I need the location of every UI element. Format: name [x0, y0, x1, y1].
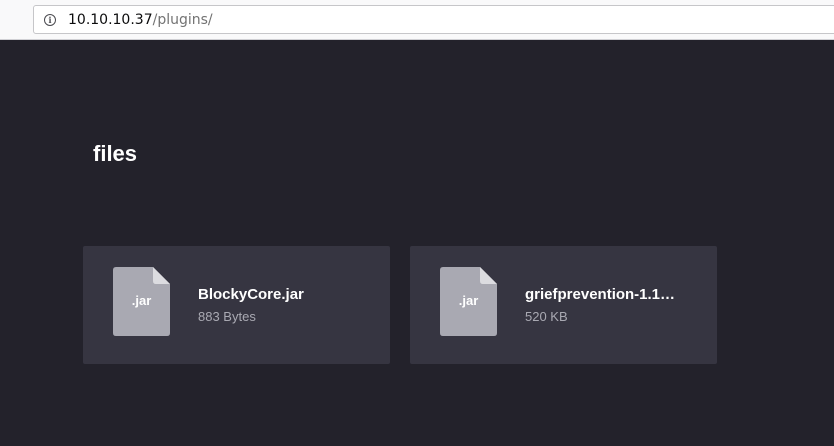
file-name[interactable]: BlockyCore.jar	[198, 286, 304, 303]
file-name[interactable]: griefprevention-1.1…	[525, 286, 675, 303]
file-extension: .jar	[131, 293, 152, 308]
file-icon: .jar	[440, 267, 497, 336]
address-bar[interactable]: i 10.10.10.37/plugins/	[33, 5, 834, 34]
file-card[interactable]: .jar griefprevention-1.1… 520 KB	[410, 246, 717, 364]
browser-toolbar: i 10.10.10.37/plugins/	[0, 0, 834, 40]
file-size: 520 KB	[525, 309, 568, 324]
url-host: 10.10.10.37	[68, 11, 153, 28]
url-text[interactable]: 10.10.10.37/plugins/	[68, 12, 213, 28]
info-icon[interactable]: i	[44, 13, 56, 26]
file-card[interactable]: .jar BlockyCore.jar 883 Bytes	[83, 246, 390, 364]
page-title: files	[93, 141, 138, 166]
file-size: 883 Bytes	[198, 309, 256, 324]
file-icon: .jar	[113, 267, 170, 336]
url-path: /plugins/	[152, 11, 213, 28]
file-extension: .jar	[458, 293, 479, 308]
